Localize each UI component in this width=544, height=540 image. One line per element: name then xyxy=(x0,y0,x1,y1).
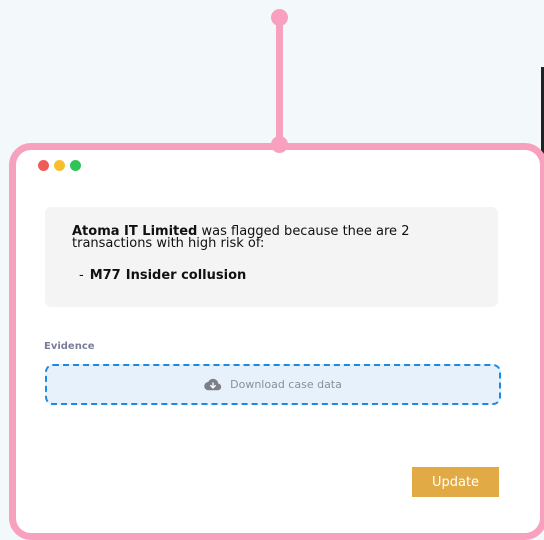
download-case-data-button[interactable]: Download case data xyxy=(45,364,501,405)
connector-line xyxy=(276,18,283,144)
flag-info-panel: Atoma IT Limited was flagged because the… xyxy=(45,207,498,307)
evidence-label: Evidence xyxy=(44,341,95,352)
risk-name: Insider collusion xyxy=(125,268,247,283)
cloud-download-icon xyxy=(204,378,222,391)
connector-joint-dot xyxy=(271,136,288,153)
flag-message: Atoma IT Limited was flagged because the… xyxy=(72,225,492,250)
update-button[interactable]: Update xyxy=(412,467,499,497)
maximize-window-dot[interactable] xyxy=(70,160,81,171)
alert-window: Atoma IT Limited was flagged because the… xyxy=(9,143,544,540)
risk-code: M77 xyxy=(89,268,121,283)
risk-item: - M77 Insider collusion xyxy=(79,268,246,283)
download-label: Download case data xyxy=(230,378,342,391)
close-window-dot[interactable] xyxy=(38,160,49,171)
window-controls xyxy=(38,160,81,171)
risk-bullet: - xyxy=(79,268,84,283)
minimize-window-dot[interactable] xyxy=(54,160,65,171)
